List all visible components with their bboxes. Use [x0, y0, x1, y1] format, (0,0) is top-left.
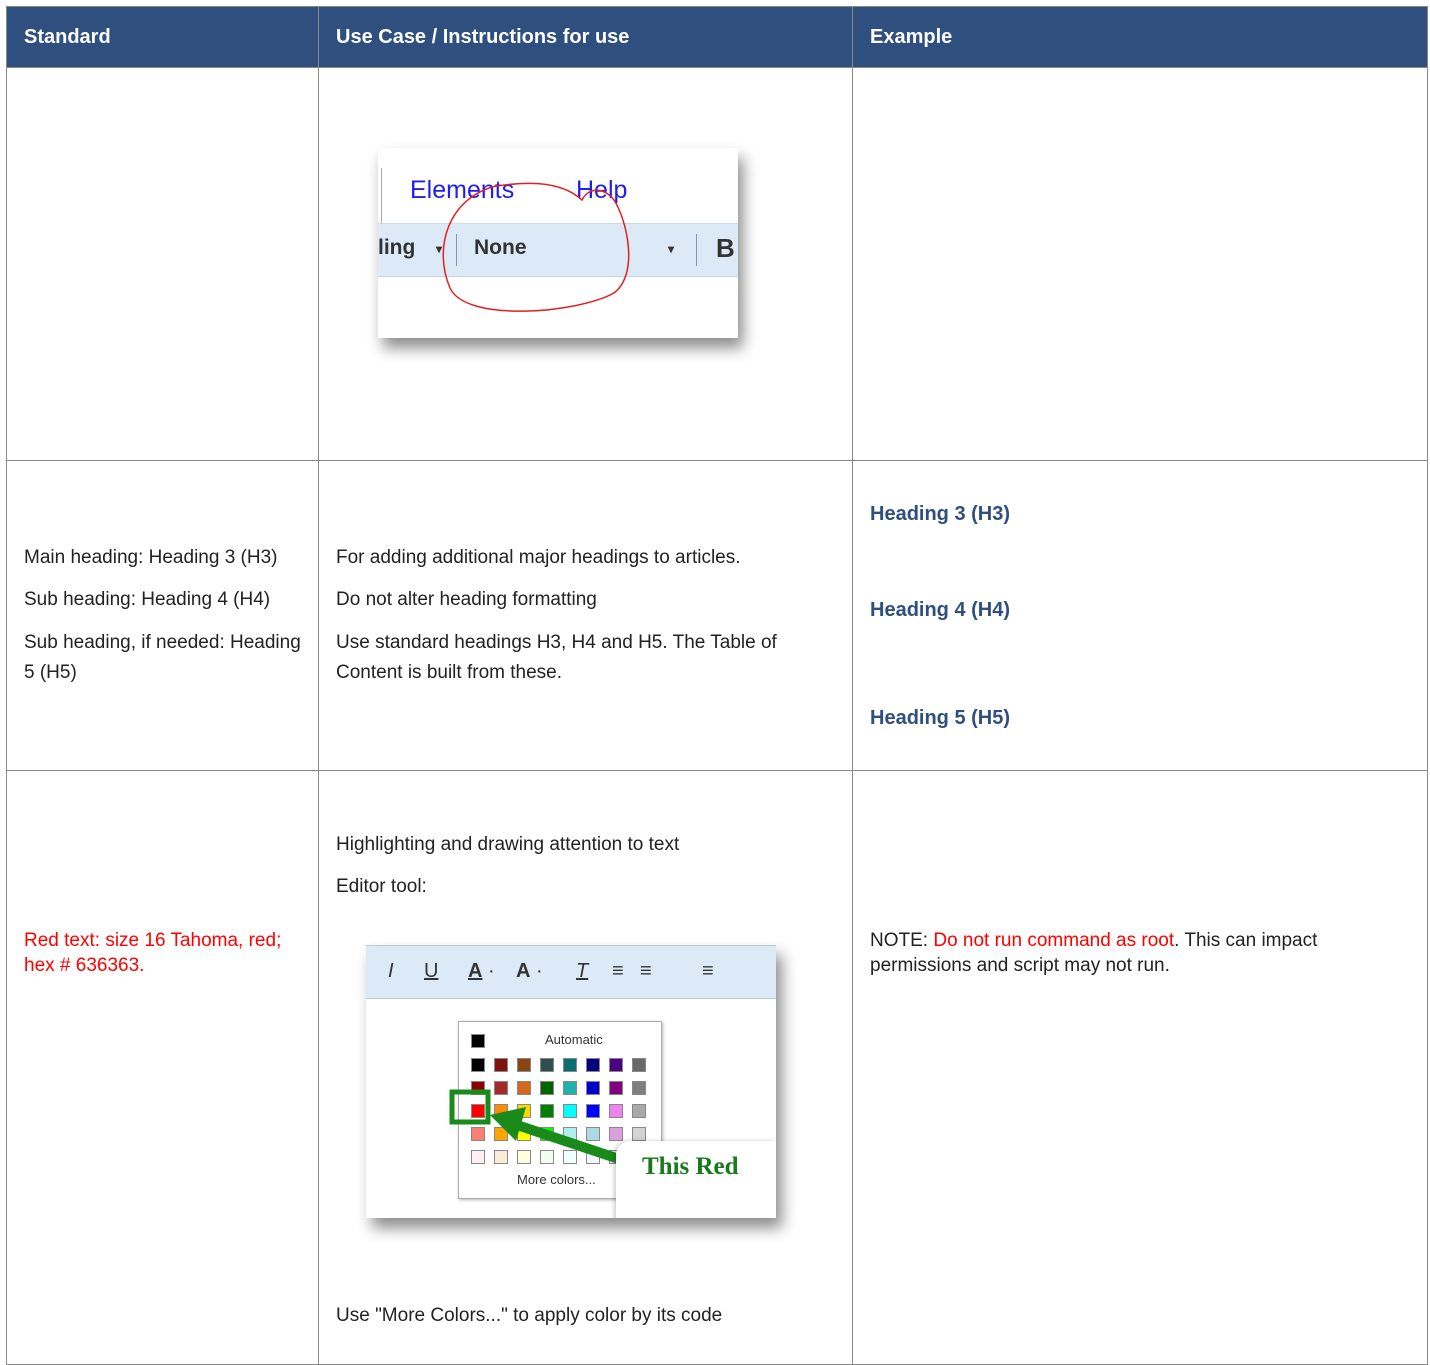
example-note: NOTE: Do not run command as root. This c…: [870, 928, 1410, 979]
standard-text: Sub heading: Heading 4 (H4): [24, 589, 271, 611]
color-picker-screenshot: I U A · A · T ≡ ≡ ≡ Automatic More color…: [366, 945, 776, 1218]
cell-usecase: For adding additional major headings to …: [318, 460, 853, 771]
usecase-text: For adding additional major headings to …: [336, 546, 741, 568]
red-circle-annotation: [442, 182, 630, 312]
callout-box: This Red: [616, 1141, 776, 1218]
table-header-row: Standard Use Case / Instructions for use…: [6, 6, 1428, 68]
cell-standard: Red text: size 16 Tahoma, red; hex # 636…: [6, 770, 319, 1365]
example-heading-h5: Heading 5 (H5): [870, 706, 1011, 729]
standard-text: Main heading: Heading 3 (H3): [24, 546, 278, 568]
usecase-text: Do not alter heading formatting: [336, 589, 597, 611]
toolbar-screenshot: Elements Help ling ▾ None ▾ B: [378, 148, 738, 338]
cell-example: [852, 67, 1428, 461]
example-heading-h3: Heading 3 (H3): [870, 502, 1011, 525]
note-red-text: Do not run command as root: [933, 929, 1175, 951]
cell-standard: Main heading: Heading 3 (H3) Sub heading…: [6, 460, 319, 771]
red-text-standard: Red text: size 16 Tahoma, red; hex # 636…: [24, 929, 282, 977]
cell-example: NOTE: Do not run command as root. This c…: [852, 770, 1428, 1365]
usecase-text: Use standard headings H3, H4 and H5. The…: [336, 631, 777, 683]
header-example: Example: [852, 6, 1428, 68]
header-usecase: Use Case / Instructions for use: [318, 6, 853, 68]
header-standard: Standard: [6, 6, 319, 68]
cell-standard: [6, 67, 319, 461]
standard-text: Sub heading, if needed: Heading 5 (H5): [24, 631, 301, 683]
callout-label: This Red: [642, 1153, 739, 1180]
table-row: Main heading: Heading 3 (H3) Sub heading…: [6, 460, 1428, 771]
note-prefix: NOTE:: [870, 929, 934, 951]
usecase-text: Use "More Colors..." to apply color by i…: [336, 1304, 723, 1326]
usecase-text: Editor tool:: [336, 876, 427, 898]
usecase-text: Highlighting and drawing attention to te…: [336, 833, 680, 855]
example-heading-h4: Heading 4 (H4): [870, 598, 1011, 621]
cell-example: Heading 3 (H3) Heading 4 (H4) Heading 5 …: [852, 460, 1428, 771]
